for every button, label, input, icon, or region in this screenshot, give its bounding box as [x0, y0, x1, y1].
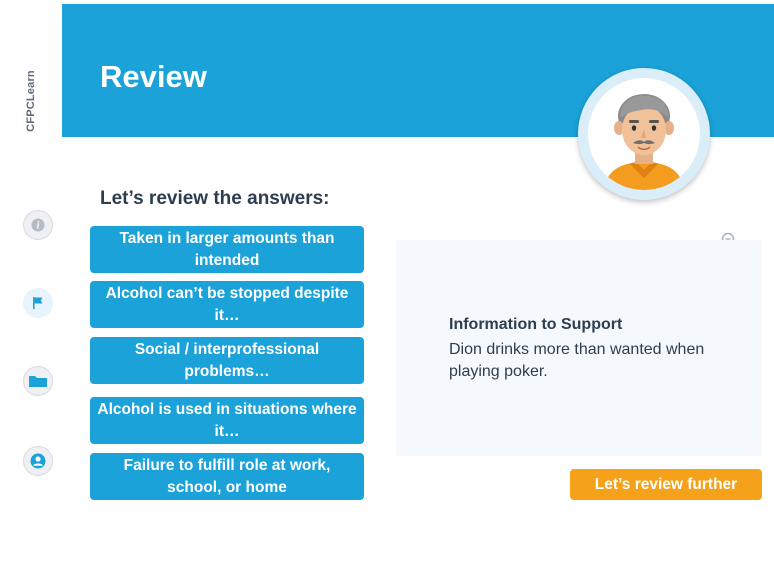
avatar	[578, 68, 710, 200]
answer-button-3[interactable]: Social / interprofessional problems…	[90, 337, 364, 384]
character-avatar	[588, 78, 700, 190]
info-icon: i	[31, 218, 45, 232]
folder-icon	[29, 376, 47, 387]
answer-label: Alcohol is used in situations where it…	[97, 400, 357, 440]
user-icon	[30, 453, 46, 469]
character-illustration	[604, 94, 684, 190]
flag-button[interactable]	[23, 288, 53, 318]
info-title: Information to Support	[449, 316, 623, 333]
answer-label: Failure to fulfill role at work, school,…	[123, 456, 331, 496]
brand-name: CFPCLearn	[25, 70, 37, 132]
info-body: Dion drinks more than wanted when playin…	[449, 341, 705, 380]
info-button[interactable]: i	[23, 210, 53, 240]
info-panel: Information to Support Dion drinks more …	[396, 240, 762, 456]
review-further-button[interactable]: Let’s review further	[570, 469, 762, 500]
folder-button[interactable]	[23, 366, 53, 396]
answer-button-4[interactable]: Alcohol is used in situations where it…	[90, 397, 364, 444]
answer-button-5[interactable]: Failure to fulfill role at work, school,…	[90, 453, 364, 500]
flag-icon	[33, 297, 43, 309]
brand-logo: CFPCLearn	[20, 58, 42, 144]
answer-label: Taken in larger amounts than intended	[119, 229, 335, 269]
answer-label: Alcohol can’t be stopped despite it…	[105, 284, 349, 324]
review-heading: Let’s review the answers:	[100, 188, 330, 209]
page-title: Review	[100, 59, 207, 94]
profile-button[interactable]	[23, 446, 53, 476]
svg-text:i: i	[37, 221, 40, 232]
sidebar: CFPCLearn i	[0, 0, 62, 586]
answer-label: Social / interprofessional problems…	[134, 340, 320, 380]
answer-button-1[interactable]: Taken in larger amounts than intended	[90, 226, 364, 273]
answer-button-2[interactable]: Alcohol can’t be stopped despite it…	[90, 281, 364, 328]
